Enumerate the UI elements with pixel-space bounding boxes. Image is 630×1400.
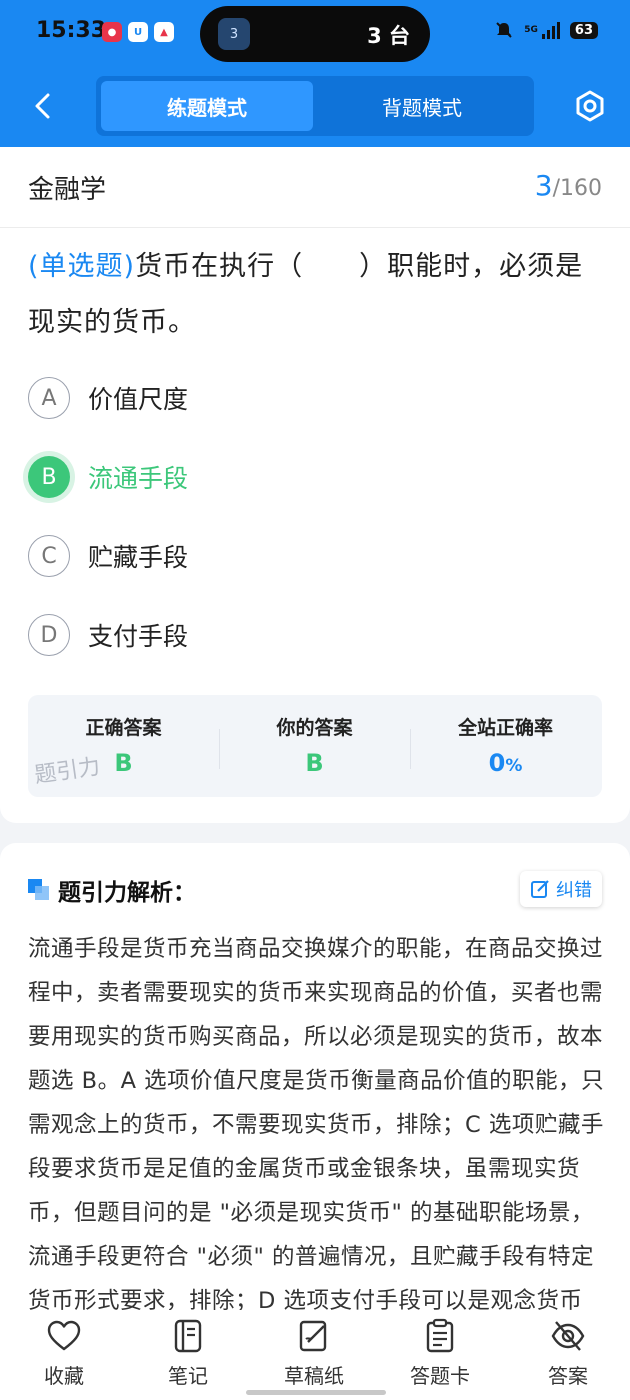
accuracy-rate-unit: % <box>505 756 523 776</box>
dynamic-island[interactable]: 3 3 台 <box>200 6 430 62</box>
chevron-left-icon <box>35 93 50 119</box>
mute-bell-icon <box>496 22 512 38</box>
broadcast-icon: 3 <box>218 18 250 50</box>
gear-icon <box>576 90 604 122</box>
current-question-number: 3 <box>534 169 553 202</box>
back-button[interactable] <box>24 86 60 126</box>
option-letter: B <box>28 456 70 498</box>
status-time: 15:33 <box>36 18 107 43</box>
accuracy-rate-label: 全站正确率 <box>457 717 553 739</box>
option-text: 贮藏手段 <box>88 543 189 572</box>
mode-switch: 练题模式 背题模式 <box>96 76 534 136</box>
favorite-button[interactable]: 收藏 <box>14 1318 114 1389</box>
notification-app-icon: ● <box>102 22 122 42</box>
notes-label: 笔记 <box>168 1364 208 1388</box>
battery-level: 63 <box>569 21 598 39</box>
notes-button[interactable]: 笔记 <box>138 1318 238 1389</box>
heart-icon <box>47 1320 81 1351</box>
draft-paper-button[interactable]: 草稿纸 <box>264 1318 364 1389</box>
question-card: 金融学 3/160 (单选题)货币在执行（ ）职能时，必须是现实的货币。 A 价… <box>0 147 630 823</box>
island-badge-count: 3 <box>229 26 239 42</box>
accuracy-rate-column: 全站正确率 0% <box>410 695 601 797</box>
answer-sheet-icon <box>426 1318 454 1353</box>
eye-off-icon <box>551 1321 585 1351</box>
accuracy-rate-number: 0 <box>488 749 506 777</box>
correct-answer-column: 正确答案 B 题引力 <box>28 695 219 797</box>
option-letter: C <box>28 535 70 577</box>
show-answer-button[interactable]: 答案 <box>518 1318 618 1389</box>
your-answer-label: 你的答案 <box>276 717 353 739</box>
favorite-label: 收藏 <box>44 1364 84 1388</box>
status-indicators: 5G 63 <box>494 20 598 40</box>
tab-memorize-mode[interactable]: 背题模式 <box>316 81 528 131</box>
analysis-square-icon <box>28 879 49 900</box>
settings-button[interactable] <box>574 90 606 122</box>
status-app-icons: ● U ▲ <box>102 22 174 42</box>
question-type: (单选题) <box>28 251 136 282</box>
show-answer-label: 答案 <box>548 1364 588 1388</box>
option-a[interactable]: A 价值尺度 <box>28 374 188 422</box>
report-error-label: 纠错 <box>556 880 592 901</box>
home-indicator[interactable] <box>246 1390 386 1395</box>
answer-sheet-label: 答题卡 <box>410 1364 470 1388</box>
notification-app-icon: U <box>128 22 148 42</box>
accuracy-rate-value: 0% <box>410 749 601 777</box>
option-text: 流通手段 <box>88 464 189 493</box>
edit-icon <box>531 880 549 898</box>
option-text: 价值尺度 <box>88 385 189 414</box>
draft-paper-label: 草稿纸 <box>284 1364 344 1388</box>
notification-app-icon: ▲ <box>154 22 174 42</box>
option-d[interactable]: D 支付手段 <box>28 611 188 659</box>
subject-name: 金融学 <box>28 175 107 205</box>
answer-sheet-button[interactable]: 答题卡 <box>390 1318 490 1389</box>
draft-paper-icon <box>299 1320 327 1352</box>
app-header: 15:33 ● U ▲ 3 3 台 5G 63 练题模式 背题模式 <box>0 0 630 147</box>
report-error-button[interactable]: 纠错 <box>520 871 602 907</box>
your-answer-value: B <box>305 749 324 777</box>
question-text: (单选题)货币在执行（ ）职能时，必须是现实的货币。 <box>28 239 608 351</box>
bottom-toolbar: 收藏 笔记 草稿纸 答题卡 答案 <box>0 1310 630 1400</box>
tab-practice-mode[interactable]: 练题模式 <box>101 81 313 131</box>
notebook-icon <box>174 1319 202 1353</box>
option-text: 支付手段 <box>88 622 189 651</box>
option-b[interactable]: B 流通手段 <box>28 453 188 501</box>
option-letter: D <box>28 614 70 656</box>
island-text: 3 台 <box>367 24 410 48</box>
answer-summary: 正确答案 B 题引力 你的答案 B 全站正确率 0% <box>28 695 602 797</box>
analysis-card: 题引力解析： 纠错 流通手段是货币充当商品交换媒介的职能，在商品交换过程中，卖者… <box>0 843 630 1323</box>
network-type: 5G <box>524 25 538 35</box>
option-letter: A <box>28 377 70 419</box>
your-answer-column: 你的答案 B <box>219 695 410 797</box>
subject-bar: 金融学 3/160 <box>0 147 630 228</box>
correct-answer-label: 正确答案 <box>85 717 162 739</box>
signal-icon <box>541 21 560 39</box>
progress-separator: / <box>552 176 560 201</box>
analysis-title: 题引力解析： <box>58 880 196 906</box>
total-question-count: 160 <box>560 176 602 201</box>
option-c[interactable]: C 贮藏手段 <box>28 532 188 580</box>
question-progress: 3/160 <box>535 169 602 202</box>
analysis-body: 流通手段是货币充当商品交换媒介的职能，在商品交换过程中，卖者需要现实的货币来实现… <box>28 936 605 1314</box>
